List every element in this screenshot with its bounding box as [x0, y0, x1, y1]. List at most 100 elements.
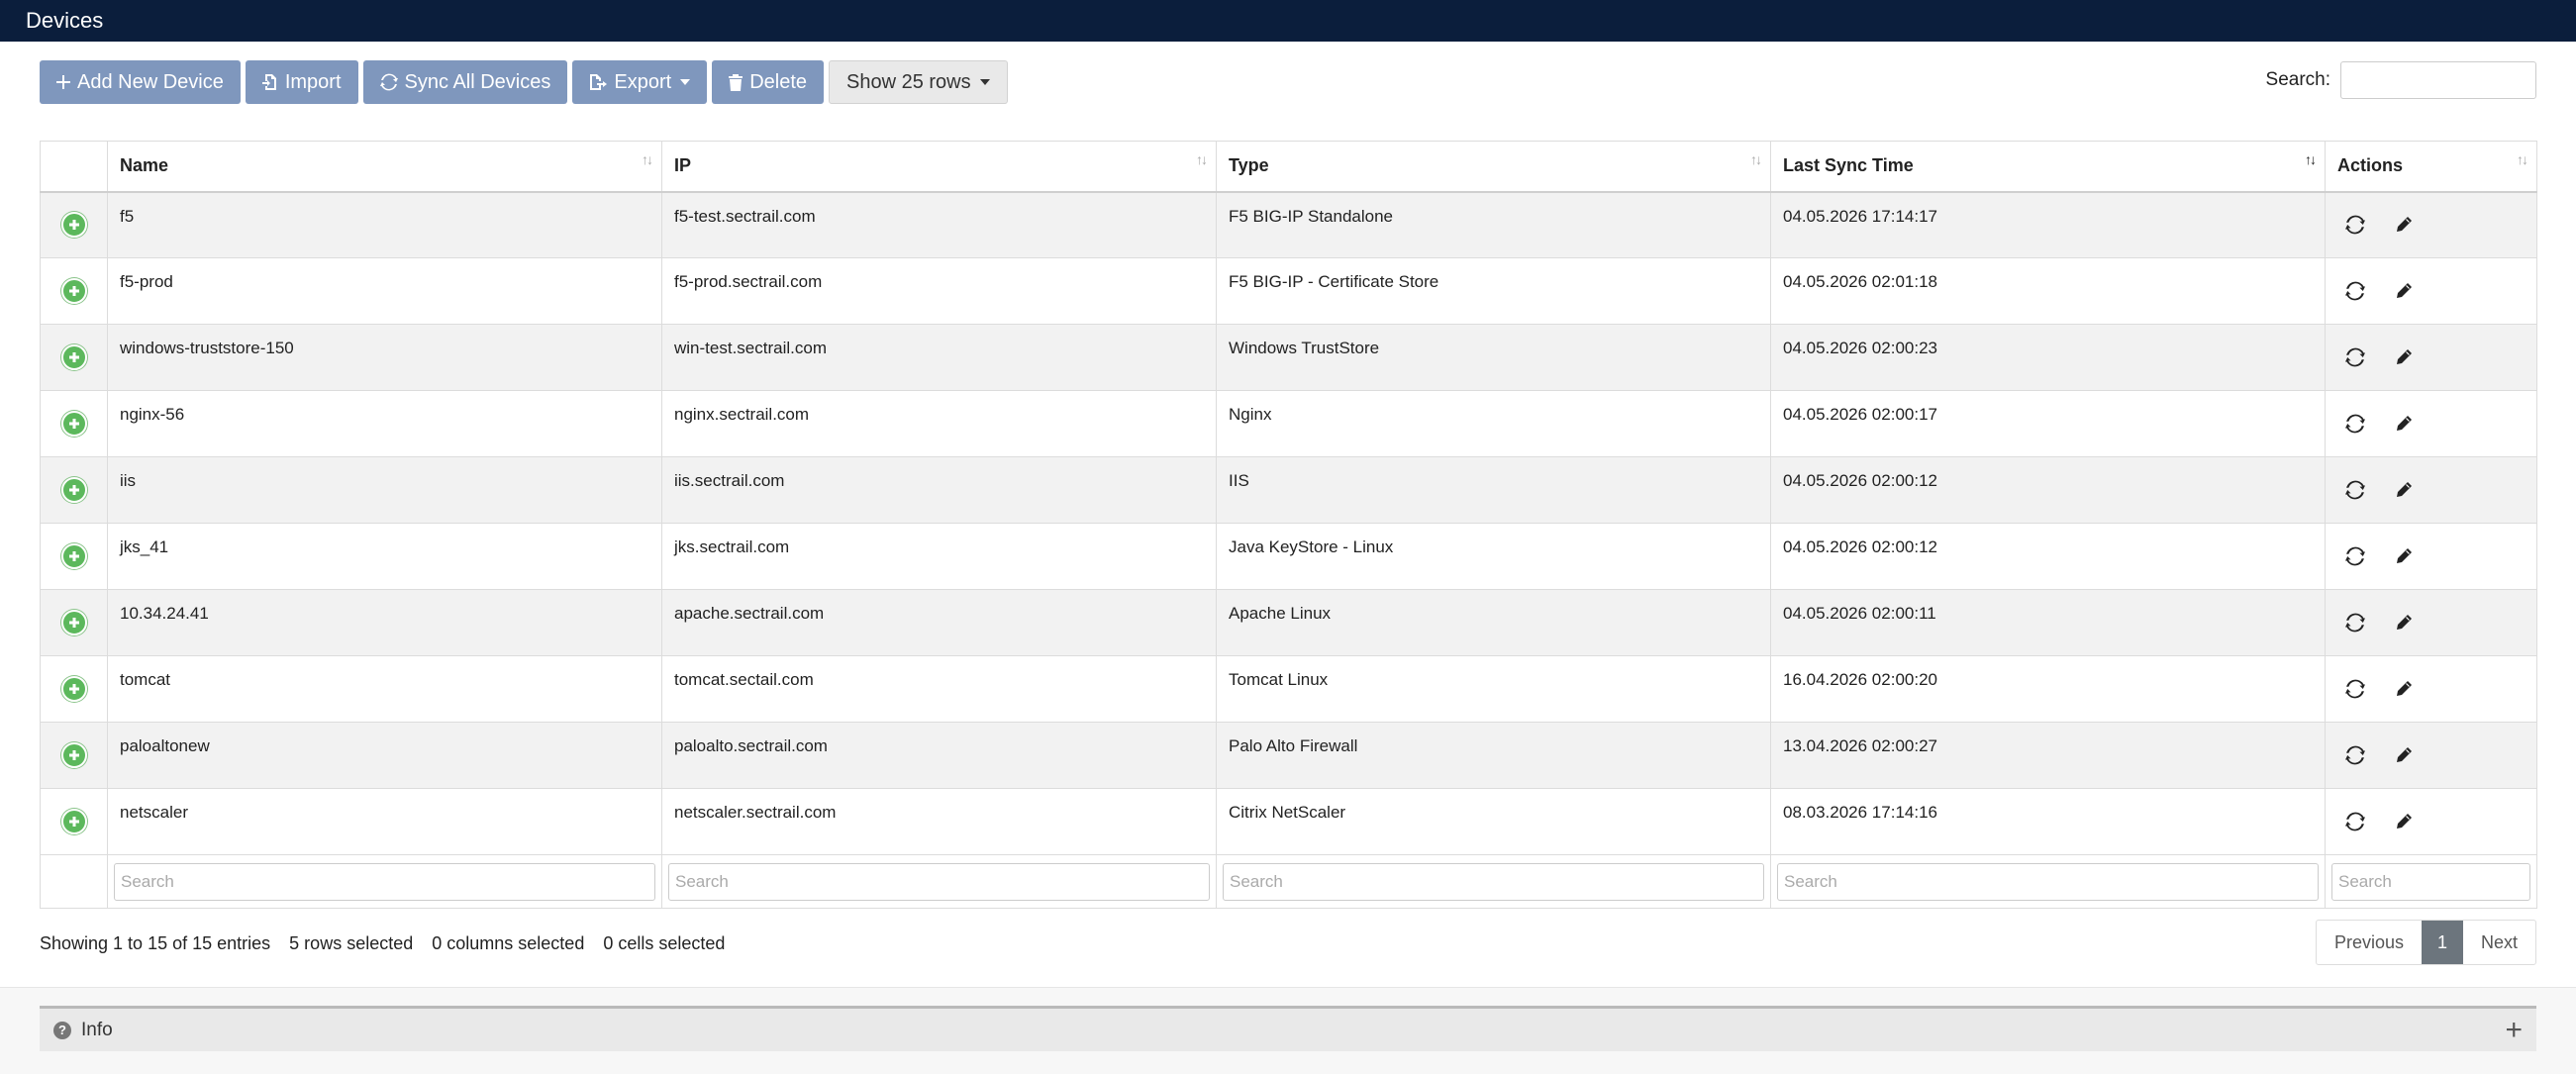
column-header-ip[interactable]: IP ↑↓ — [661, 141, 1217, 193]
plus-circle-icon[interactable] — [60, 543, 87, 569]
filter-name-input[interactable] — [114, 862, 655, 901]
cell-actions — [2325, 191, 2537, 258]
row-expand-cell — [40, 523, 108, 590]
row-expand-cell — [40, 257, 108, 325]
sync-icon[interactable] — [2345, 480, 2365, 500]
column-header-actions[interactable]: Actions ↑↓ — [2325, 141, 2537, 193]
table-row[interactable]: f5-prod f5-prod.sectrail.com F5 BIG-IP - C… — [40, 257, 2537, 325]
filter-actions-input[interactable] — [2331, 862, 2530, 901]
table-row[interactable]: 10.34.24.41 apache.sectrail.com Apache Lin… — [40, 589, 2537, 656]
column-header-name[interactable]: Name ↑↓ — [107, 141, 662, 193]
row-expand-cell — [40, 655, 108, 723]
table-row[interactable]: paloaltonew paloalto.sectrail.com Palo Alt… — [40, 722, 2537, 789]
search-input[interactable] — [2340, 61, 2536, 99]
pencil-icon[interactable] — [2395, 614, 2413, 632]
table-row[interactable]: iis iis.sectrail.com IIS 04.05.2026 02:00:1… — [40, 456, 2537, 524]
entries-info: Showing 1 to 15 of 15 entries — [40, 933, 271, 953]
import-button[interactable]: Import — [245, 60, 358, 104]
pencil-icon[interactable] — [2395, 746, 2413, 764]
row-actions — [2326, 480, 2536, 500]
cell-name: windows-truststore-150 — [107, 324, 662, 391]
column-header-type[interactable]: Type ↑↓ — [1216, 141, 1771, 193]
cell-actions — [2325, 456, 2537, 524]
sync-icon[interactable] — [2345, 281, 2365, 301]
cell-last-sync-time: 08.03.2026 17:14:16 — [1770, 788, 2326, 855]
select-column-header — [40, 141, 108, 193]
cell-actions — [2325, 257, 2537, 325]
row-expand-cell — [40, 456, 108, 524]
sync-icon[interactable] — [2345, 745, 2365, 765]
expand-plus-icon[interactable]: + — [2505, 1015, 2523, 1045]
row-actions — [2326, 546, 2536, 566]
sync-icon[interactable] — [2345, 679, 2365, 699]
filter-last-sync-input[interactable] — [1777, 862, 2319, 901]
row-expand-cell — [40, 390, 108, 457]
add-new-device-button[interactable]: Add New Device — [40, 60, 241, 104]
plus-circle-icon[interactable] — [60, 212, 87, 239]
sync-icon[interactable] — [2345, 812, 2365, 831]
cell-name: paloaltonew — [107, 722, 662, 789]
cell-last-sync-time: 04.05.2026 02:00:23 — [1770, 324, 2326, 391]
table-row[interactable]: jks_41 jks.sectrail.com Java KeyStore - Li… — [40, 523, 2537, 590]
plus-circle-icon[interactable] — [60, 676, 87, 702]
file-import-icon — [261, 73, 278, 91]
row-actions — [2326, 281, 2536, 301]
pencil-icon[interactable] — [2395, 813, 2413, 830]
row-expand-cell — [40, 324, 108, 391]
table-row[interactable]: nginx-56 nginx.sectrail.com Nginx 04.05.202… — [40, 390, 2537, 457]
export-label: Export — [614, 70, 672, 93]
sort-icon: ↑↓ — [2517, 151, 2528, 167]
plus-circle-icon[interactable] — [60, 809, 87, 834]
page-title: Devices — [26, 8, 104, 33]
filter-type-input[interactable] — [1223, 862, 1764, 901]
pencil-icon[interactable] — [2395, 481, 2413, 499]
cell-actions — [2325, 589, 2537, 656]
cell-type: Apache Linux — [1216, 589, 1771, 656]
page-1-button[interactable]: 1 — [2421, 921, 2463, 964]
previous-page-button[interactable]: Previous — [2317, 921, 2422, 964]
sync-icon[interactable] — [2345, 347, 2365, 367]
sync-icon[interactable] — [2345, 414, 2365, 434]
cell-ip: iis.sectrail.com — [661, 456, 1217, 524]
row-actions — [2326, 347, 2536, 367]
plus-circle-icon[interactable] — [60, 742, 87, 768]
plus-circle-icon[interactable] — [60, 477, 87, 503]
table-row[interactable]: windows-truststore-150 win-test.sectrail.… — [40, 324, 2537, 391]
sync-icon[interactable] — [2345, 546, 2365, 566]
columns-selected-info: 0 columns selected — [432, 933, 585, 953]
plus-circle-icon[interactable] — [60, 278, 87, 304]
pencil-icon[interactable] — [2395, 216, 2413, 234]
delete-button[interactable]: Delete — [712, 60, 824, 104]
export-dropdown-button[interactable]: Export — [572, 60, 708, 104]
filter-ip-input[interactable] — [668, 862, 1210, 901]
cell-ip: f5-test.sectrail.com — [661, 191, 1217, 258]
table-row[interactable]: netscaler netscaler.sectrail.com Citrix Ne… — [40, 788, 2537, 855]
pencil-icon[interactable] — [2395, 348, 2413, 366]
sync-icon[interactable] — [2345, 215, 2365, 235]
pencil-icon[interactable] — [2395, 547, 2413, 565]
plus-circle-icon[interactable] — [60, 411, 87, 437]
show-rows-dropdown[interactable]: Show 25 rows — [829, 60, 1008, 104]
pencil-icon[interactable] — [2395, 282, 2413, 300]
plus-circle-icon[interactable] — [60, 610, 87, 635]
pencil-icon[interactable] — [2395, 415, 2413, 433]
info-panel-header[interactable]: ? Info + — [40, 1006, 2536, 1051]
cell-last-sync-time: 04.05.2026 02:00:11 — [1770, 589, 2326, 656]
show-rows-label: Show 25 rows — [846, 70, 971, 93]
column-header-last-sync-time[interactable]: Last Sync Time ↑↓ — [1770, 141, 2326, 193]
cell-last-sync-time: 04.05.2026 17:14:17 — [1770, 191, 2326, 258]
sync-icon[interactable] — [2345, 613, 2365, 633]
cell-type: Windows TrustStore — [1216, 324, 1771, 391]
rows-selected-info: 5 rows selected — [289, 933, 414, 953]
next-page-button[interactable]: Next — [2463, 921, 2535, 964]
sort-icon: ↑↓ — [642, 151, 653, 167]
cell-ip: jks.sectrail.com — [661, 523, 1217, 590]
filter-cell-empty — [40, 854, 108, 909]
pencil-icon[interactable] — [2395, 680, 2413, 698]
sync-all-devices-button[interactable]: Sync All Devices — [362, 60, 568, 104]
row-actions — [2326, 613, 2536, 633]
cell-actions — [2325, 324, 2537, 391]
table-row[interactable]: tomcat tomcat.sectail.com Tomcat Linux 16.0… — [40, 655, 2537, 723]
plus-circle-icon[interactable] — [60, 344, 87, 370]
table-row[interactable]: f5 f5-test.sectrail.com F5 BIG-IP Standalo… — [40, 191, 2537, 258]
